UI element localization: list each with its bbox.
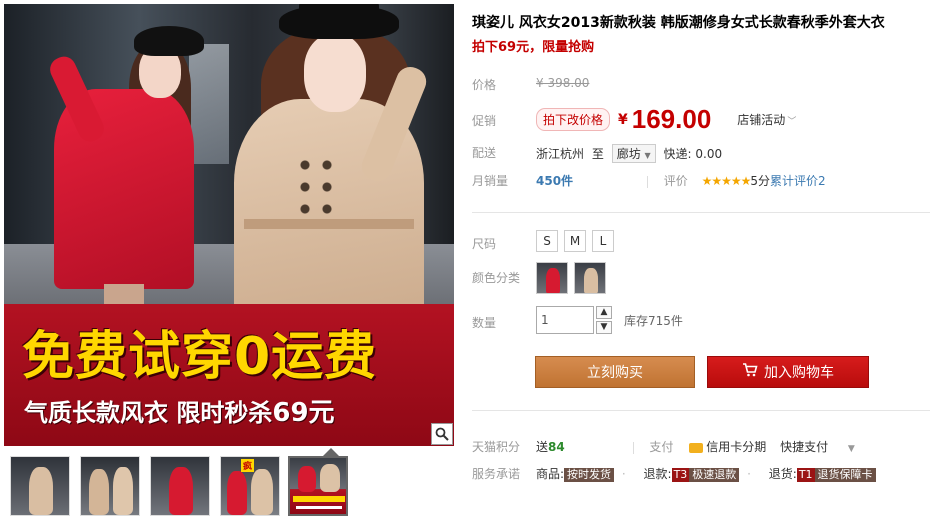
divider [646,175,648,188]
ship-city-select[interactable]: 廊坊 ▼ [611,144,656,163]
chevron-down-icon: ﹀ [787,117,797,127]
size-label: 尺码 [472,237,497,251]
monthly-sales-label: 月销量 [472,174,509,188]
points-value: 84 [548,440,565,454]
shipping-fee: 快递: 0.00 [663,147,723,161]
active-thumb-caret [323,448,339,456]
credit-card-icon [689,442,704,453]
rating-stars: ★★★★★ [701,174,752,188]
zoom-icon[interactable] [431,423,453,445]
original-price: ¥ 398.00 [536,76,590,90]
model-beige-coat [199,4,449,339]
size-option-l[interactable]: L [592,230,614,252]
section-divider-bottom [472,410,930,411]
rating-label: 评价 [663,174,688,188]
quantity-label: 数量 [472,316,497,330]
thumbnail-badge: 疯 [241,459,255,472]
thumbnail-5[interactable] [288,456,348,516]
price-label: 价格 [472,78,497,92]
main-product-image[interactable]: 免费试穿0运费 气质长款风衣 限时秒杀69元 [4,4,454,446]
quantity-input[interactable]: 1 [536,306,594,334]
monthly-sales-count: 450件 [536,174,574,188]
service-return-tag[interactable]: 退货保障卡 [814,468,876,482]
quantity-stepper: ▲ ▼ [596,306,614,334]
rating-score: 5分 [750,174,770,188]
product-subtitle: 拍下69元，限量抢购 [472,40,595,55]
thumbnail-strip: 疯 [10,448,450,520]
service-refund-tag[interactable]: 极速退款 [689,468,740,482]
promo-banner: 免费试穿0运费 气质长款风衣 限时秒杀69元 [4,304,454,446]
section-divider [472,212,930,213]
add-to-cart-button[interactable]: 加入购物车 [707,356,869,388]
promo-price: 69元 [272,398,335,428]
thumbnail-4[interactable]: 疯 [220,456,280,516]
quantity-down-icon[interactable]: ▼ [596,321,612,334]
service-label: 服务承诺 [472,467,521,481]
size-option-m[interactable]: M [564,230,586,252]
current-price: 169.00 [631,104,712,134]
credit-installment[interactable]: 信用卡分期 [689,440,766,454]
payment-label: 支付 [649,440,674,454]
ship-to-word: 至 [591,147,604,161]
currency-symbol: ¥ [618,111,628,128]
quick-pay[interactable]: 快捷支付 [780,440,828,454]
caret-down-icon: ▼ [644,151,651,160]
cart-icon [742,363,758,381]
service-dot: · [747,467,751,481]
color-swatch-beige[interactable] [574,262,606,294]
service-ontime-tag[interactable]: 按时发货 [564,468,615,482]
refund-code-badge: T3 [671,468,690,482]
ship-from: 浙江杭州 [536,147,585,161]
color-label: 颜色分类 [472,271,521,285]
color-swatch-red[interactable] [536,262,568,294]
product-details: 琪姿儿 风衣女2013新款秋装 韩版潮修身女式长款春秋季外套大衣 拍下69元，限… [472,0,930,528]
thumbnail-1[interactable] [10,456,70,516]
service-dot: · [621,467,626,481]
thumbnail-3[interactable] [150,456,210,516]
stock-count: 库存715件 [624,313,683,328]
review-count-link[interactable]: 累计评价2 [770,174,826,188]
thumbnail-2[interactable] [80,456,140,516]
model-red-coat [34,26,204,324]
return-code-badge: T1 [796,468,815,482]
shipping-label: 配送 [472,146,497,160]
divider [632,441,634,454]
expand-caret-icon[interactable]: ▼ [848,444,855,454]
buy-now-button[interactable]: 立刻购买 [535,356,695,388]
promo-label: 促销 [472,114,497,128]
quantity-up-icon[interactable]: ▲ [596,306,612,319]
promo-subline: 气质长款风衣 限时秒杀69元 [24,398,335,428]
product-title: 琪姿儿 风衣女2013新款秋装 韩版潮修身女式长款春秋季外套大衣 [472,15,885,31]
store-activity-dropdown[interactable]: 店铺活动 ﹀ [737,111,796,128]
size-option-s[interactable]: S [536,230,558,252]
promo-tag: 拍下改价格 [536,108,611,131]
promo-headline: 免费试穿0运费 [22,327,378,387]
points-label: 天猫积分 [472,440,521,454]
